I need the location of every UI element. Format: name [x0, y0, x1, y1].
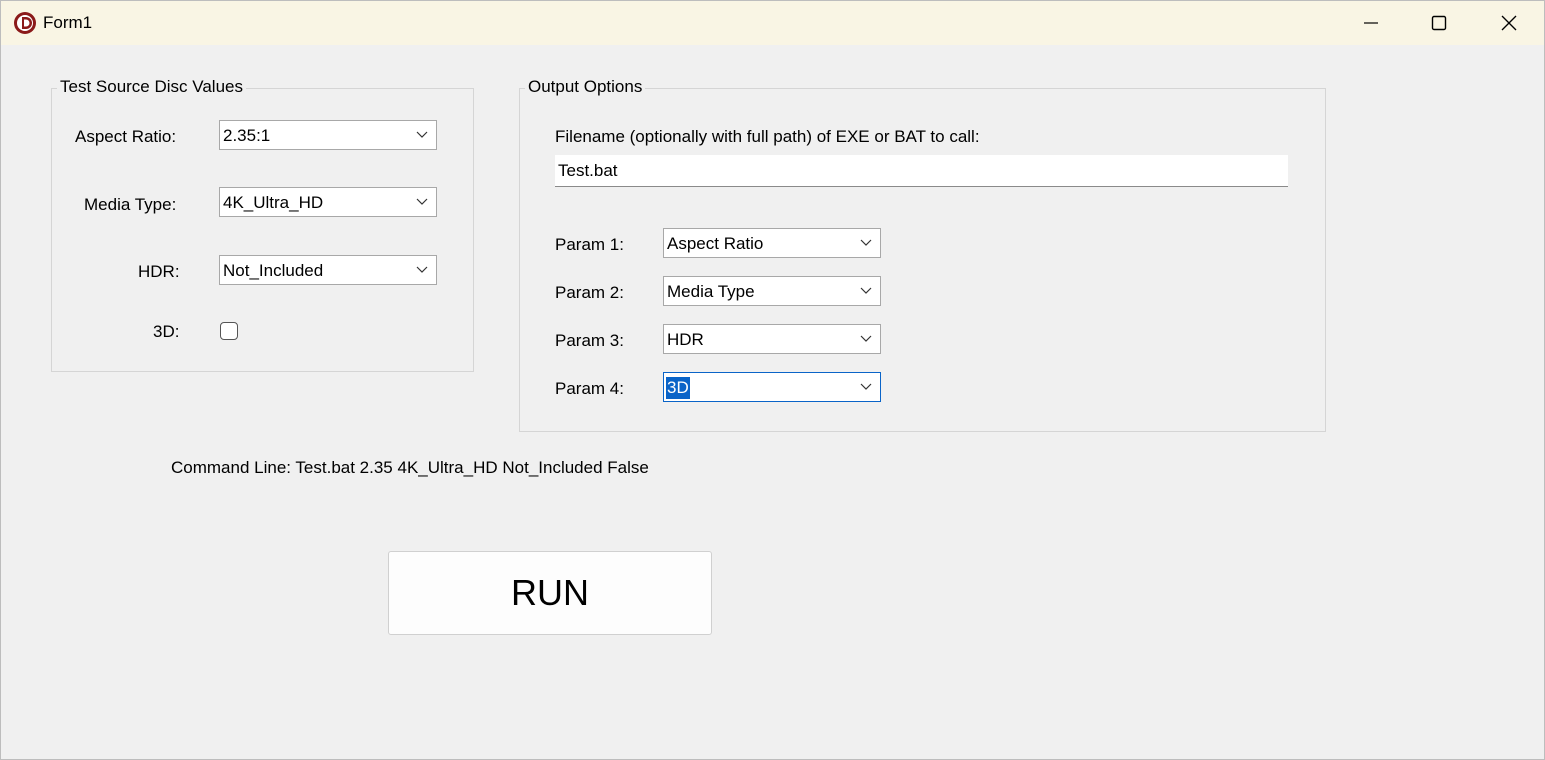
- threed-label: 3D:: [153, 322, 180, 341]
- chevron-down-icon: [416, 131, 428, 138]
- filename-value: Test.bat: [558, 161, 618, 180]
- filename-input[interactable]: Test.bat: [555, 155, 1288, 187]
- output-options-legend: Output Options: [525, 77, 646, 97]
- form-window: Form1 Test Source Disc Values Aspect Rat…: [0, 0, 1545, 760]
- param-2-value: Media Type: [667, 282, 755, 301]
- filename-label: Filename (optionally with full path) of …: [555, 127, 980, 146]
- hdr-value: Not_Included: [223, 261, 324, 280]
- param-3-label: Param 3:: [555, 331, 624, 350]
- chevron-down-icon: [416, 266, 428, 273]
- threed-checkbox[interactable]: [220, 322, 238, 340]
- chevron-down-icon: [860, 383, 872, 390]
- media-type-select[interactable]: 4K_Ultra_HD: [219, 187, 437, 217]
- chevron-down-icon: [860, 287, 872, 294]
- source-disc-legend: Test Source Disc Values: [57, 77, 246, 97]
- media-type-label: Media Type:: [84, 195, 177, 214]
- maximize-button[interactable]: [1404, 1, 1474, 45]
- hdr-select[interactable]: Not_Included: [219, 255, 437, 285]
- minimize-button[interactable]: [1336, 1, 1406, 45]
- param-1-label: Param 1:: [555, 235, 624, 254]
- close-button[interactable]: [1474, 1, 1544, 45]
- param-1-select[interactable]: Aspect Ratio: [663, 228, 881, 258]
- param-4-value: 3D: [666, 377, 690, 399]
- media-type-value: 4K_Ultra_HD: [223, 193, 324, 212]
- close-icon: [1501, 15, 1517, 31]
- run-button[interactable]: RUN: [388, 551, 712, 635]
- chevron-down-icon: [416, 198, 428, 205]
- command-line-text: Command Line: Test.bat 2.35 4K_Ultra_HD …: [171, 458, 649, 477]
- param-4-select[interactable]: 3D: [663, 372, 881, 402]
- param-2-label: Param 2:: [555, 283, 624, 302]
- param-2-select[interactable]: Media Type: [663, 276, 881, 306]
- minimize-icon: [1364, 22, 1378, 24]
- param-3-value: HDR: [667, 330, 704, 349]
- title-bar[interactable]: Form1: [1, 1, 1544, 45]
- param-1-value: Aspect Ratio: [667, 234, 764, 253]
- app-logo-icon: [14, 12, 36, 34]
- chevron-down-icon: [860, 335, 872, 342]
- maximize-icon: [1431, 15, 1447, 31]
- param-3-select[interactable]: HDR: [663, 324, 881, 354]
- chevron-down-icon: [860, 239, 872, 246]
- param-4-label: Param 4:: [555, 379, 624, 398]
- window-title: Form1: [43, 13, 93, 32]
- aspect-ratio-select[interactable]: 2.35:1: [219, 120, 437, 150]
- hdr-label: HDR:: [138, 262, 180, 281]
- aspect-ratio-value: 2.35:1: [223, 126, 271, 145]
- aspect-ratio-label: Aspect Ratio:: [75, 127, 177, 146]
